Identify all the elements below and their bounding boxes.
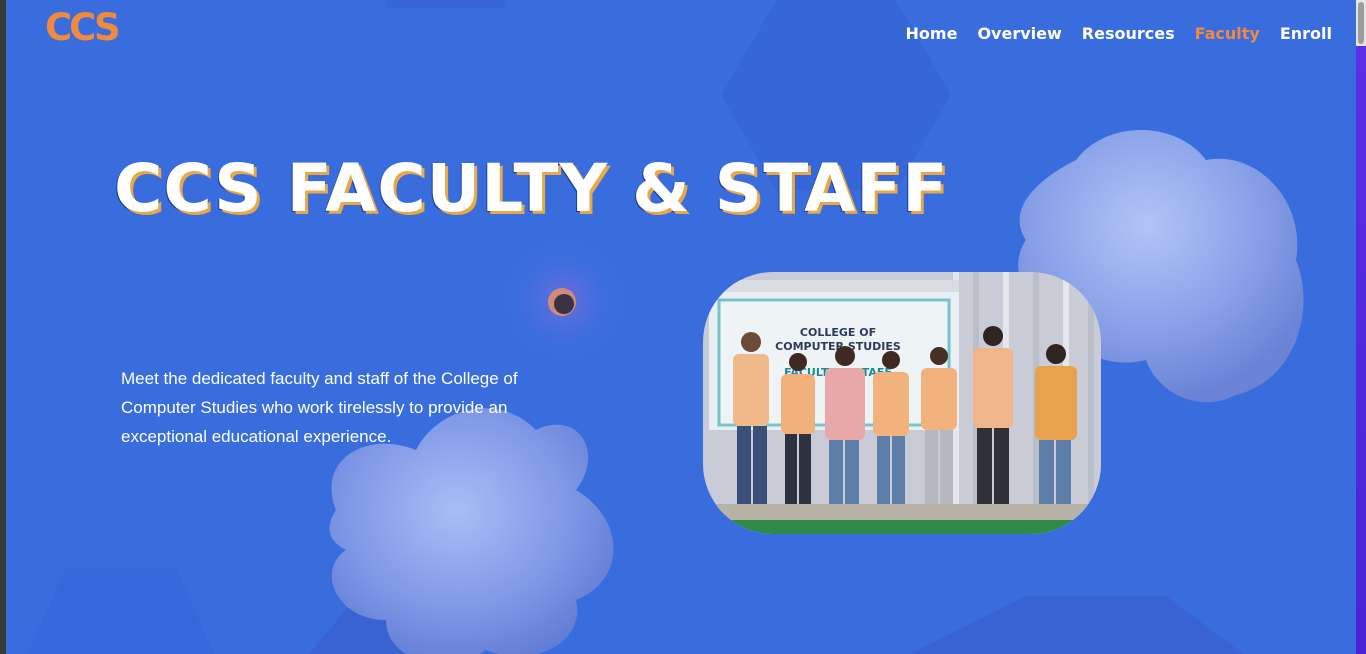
glowing-orb	[504, 240, 624, 360]
nav-item-overview[interactable]: Overview	[977, 24, 1061, 43]
nav-item-faculty[interactable]: Faculty	[1195, 24, 1260, 43]
page-title: CCS FACULTY & STAFF	[114, 150, 949, 227]
page-viewport: CCS Home Overview Resources Faculty Enro…	[6, 0, 1356, 654]
banner-line-1: COLLEGE OF	[800, 326, 876, 339]
ccs-logo[interactable]: CCS	[45, 6, 121, 49]
nav-item-enroll[interactable]: Enroll	[1280, 24, 1332, 43]
scroll-progress-accent	[1356, 46, 1366, 654]
faculty-group-photo: COLLEGE OF COMPUTER STUDIES FACULTY & ST…	[703, 272, 1101, 534]
hero-description: Meet the dedicated faculty and staff of …	[121, 369, 518, 446]
main-nav: Home Overview Resources Faculty Enroll	[906, 24, 1332, 43]
scrollbar-thumb[interactable]	[1358, 2, 1364, 44]
bg-hexagon-bottom-left	[27, 568, 215, 654]
nav-item-resources[interactable]: Resources	[1082, 24, 1175, 43]
nav-item-home[interactable]: Home	[906, 24, 958, 43]
bg-hexagon-bottom-right	[910, 596, 1244, 654]
bg-hexagon-top-small	[386, 0, 506, 8]
